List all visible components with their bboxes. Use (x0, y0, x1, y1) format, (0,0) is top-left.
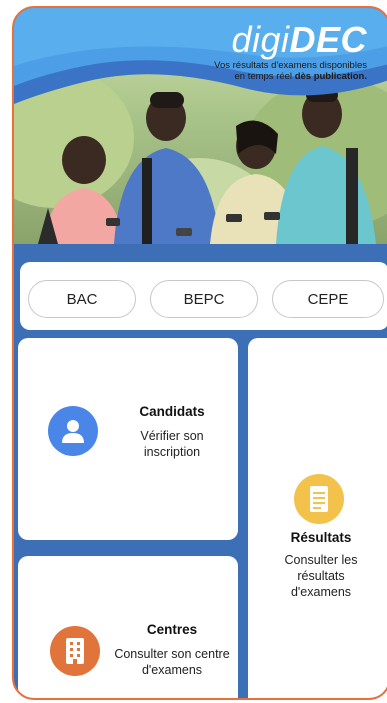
tagline-line2: en temps réel dès publication. (214, 71, 367, 82)
resultats-title: Résultats (290, 530, 352, 545)
tab-label: CEPE (307, 290, 349, 308)
app-frame: digiDEC Vos résultats d'examens disponib… (12, 6, 387, 700)
resultats-card[interactable]: Résultats Consulter les résultats d'exam… (248, 338, 387, 698)
building-icon (50, 626, 100, 676)
tab-label: BEPC (183, 290, 225, 308)
exam-tabs-panel: BAC BEPC CEPE (20, 262, 387, 330)
digidec-logo: digiDEC Vos résultats d'examens disponib… (214, 22, 367, 83)
candidats-title: Candidats (139, 404, 205, 419)
tab-label: BAC (66, 290, 98, 308)
candidats-subtitle: Vérifier son inscription (140, 429, 204, 459)
tab-bepc[interactable]: BEPC (150, 280, 258, 318)
tab-bac[interactable]: BAC (28, 280, 136, 318)
tagline: Vos résultats d'examens disponibles en t… (214, 60, 367, 82)
hero-banner: digiDEC Vos résultats d'examens disponib… (14, 8, 387, 244)
logo-wordmark: digiDEC (214, 22, 367, 58)
centres-card[interactable]: Centres Consulter son centre d'examens (18, 556, 238, 698)
resultats-subtitle: Consulter les résultats d'examens (284, 553, 358, 599)
document-icon (294, 474, 344, 524)
logo-bold-text: DEC (289, 19, 367, 60)
tagline-line2-bold: dès publication. (294, 71, 367, 82)
centres-title: Centres (146, 622, 198, 637)
tagline-line1: Vos résultats d'examens disponibles (214, 60, 367, 71)
logo-light-text: digi (231, 19, 290, 60)
centres-subtitle: Consulter son centre d'examens (114, 647, 230, 677)
tagline-line2-prefix: en temps réel (234, 71, 295, 82)
candidats-card[interactable]: Candidats Vérifier son inscription (18, 338, 238, 540)
person-icon (48, 406, 98, 456)
tab-cepe[interactable]: CEPE (272, 280, 384, 318)
